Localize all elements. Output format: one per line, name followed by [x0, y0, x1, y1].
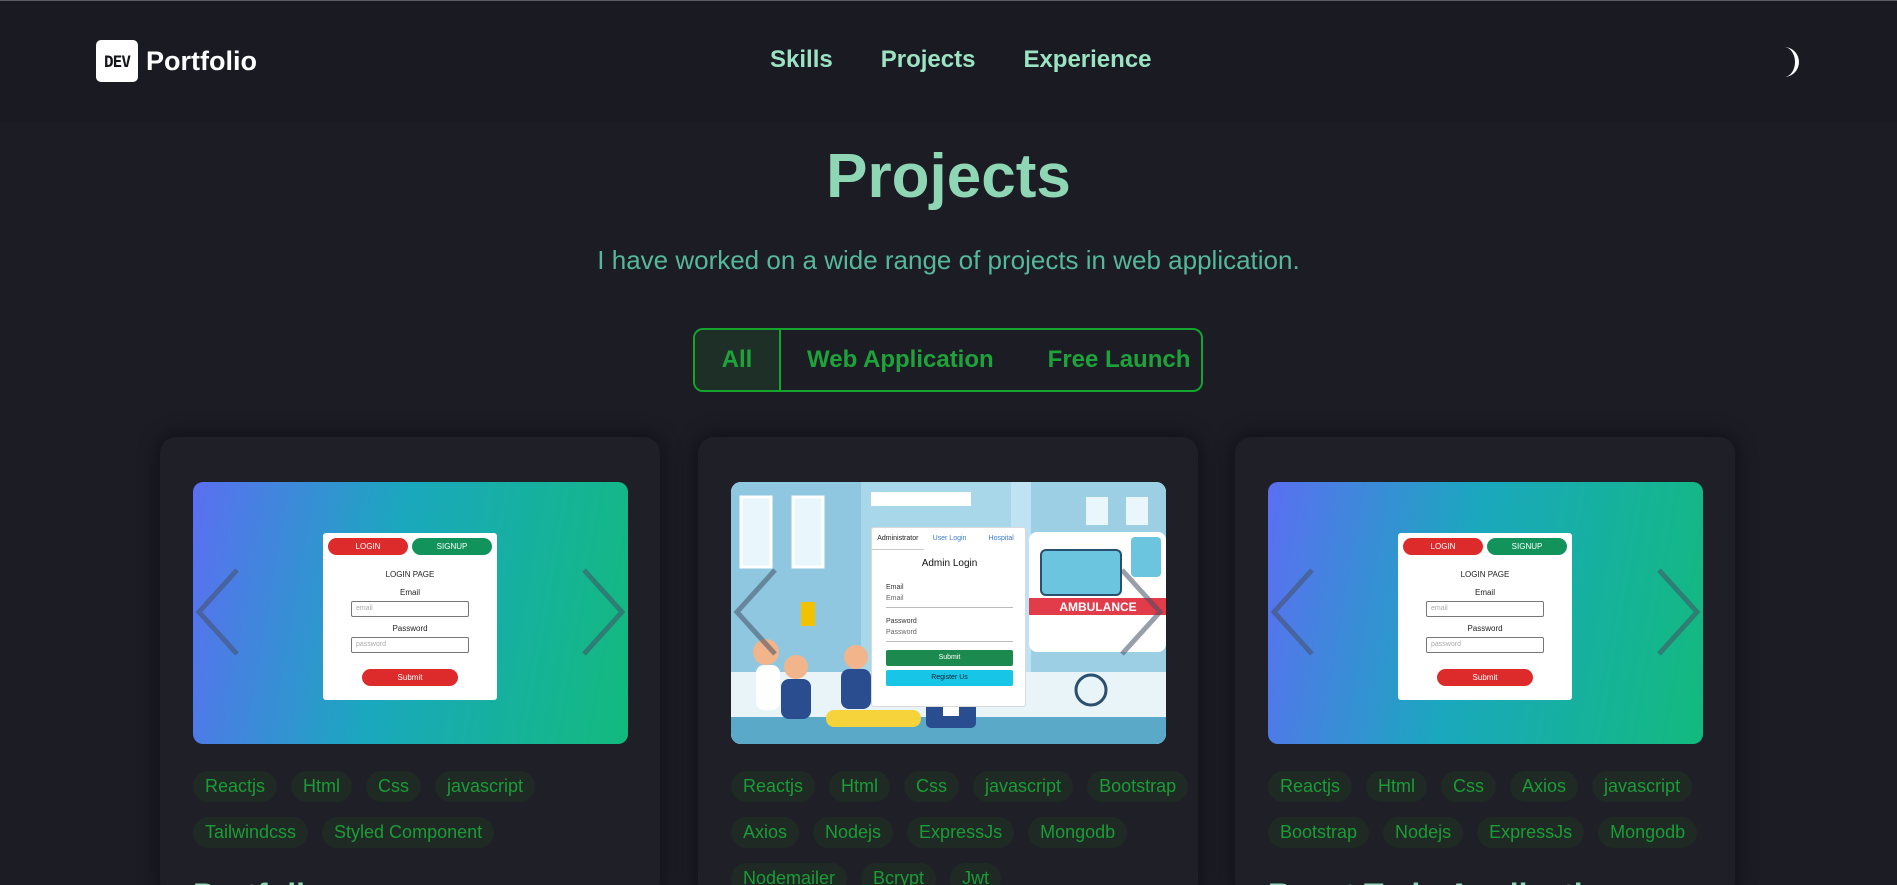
- carousel-next-icon[interactable]: [1647, 562, 1703, 662]
- tag: javascript: [435, 771, 536, 802]
- tag-list: Reactjs Html Css Axios javascript Bootst…: [1268, 771, 1728, 848]
- tag: Axios: [731, 817, 800, 848]
- preview-tab: Administrator: [872, 528, 924, 550]
- carousel-next-icon[interactable]: [1110, 562, 1166, 662]
- main-nav: Skills Projects Experience: [770, 46, 1152, 74]
- preview-register: Register Us: [886, 670, 1013, 686]
- logo-text: Portfolio: [146, 45, 257, 76]
- preview-email-input: email: [1426, 601, 1544, 617]
- preview-submit: Submit: [362, 669, 458, 686]
- carousel-prev-icon[interactable]: [1268, 562, 1324, 662]
- tag: ExpressJs: [907, 817, 1015, 848]
- tag: Bcrypt: [861, 863, 937, 885]
- preview-email-input: Email: [886, 595, 1013, 608]
- preview-tab: Hospital: [988, 535, 1014, 542]
- tag: Html: [291, 771, 353, 802]
- logo[interactable]: DEV Portfolio: [96, 40, 257, 82]
- tag: Nodemailer: [731, 863, 848, 885]
- preview-password-input: password: [351, 637, 469, 653]
- filter-free-launch[interactable]: Free Launch: [1048, 330, 1191, 390]
- project-card: AMBULANCE Administrator User Login Hospi…: [698, 437, 1198, 885]
- tag: Styled Component: [322, 817, 495, 848]
- preview-password-input: Password: [886, 629, 1013, 642]
- tag: Tailwindcss: [193, 817, 309, 848]
- preview-email-input: email: [351, 601, 469, 617]
- tag: Css: [904, 771, 960, 802]
- tag: Axios: [1510, 771, 1579, 802]
- preview-password-label: Password: [392, 624, 428, 633]
- tag: Css: [366, 771, 422, 802]
- preview-password-label: Password: [886, 618, 917, 625]
- login-preview: LOGIN SIGNUP LOGIN PAGE Email email Pass…: [1398, 533, 1572, 700]
- tag: Reactjs: [1268, 771, 1353, 802]
- tag: Jwt: [950, 863, 1002, 885]
- project-preview-image: LOGIN SIGNUP LOGIN PAGE Email email Pass…: [193, 482, 628, 744]
- preview-signup-tab: SIGNUP: [412, 538, 492, 555]
- preview-email-label: Email: [399, 588, 420, 597]
- logo-badge: DEV: [96, 40, 138, 82]
- nav-projects[interactable]: Projects: [881, 46, 976, 74]
- tag: Bootstrap: [1087, 771, 1189, 802]
- project-card: LOGIN SIGNUP LOGIN PAGE Email email Pass…: [1235, 437, 1735, 885]
- moon-icon[interactable]: [1770, 45, 1800, 79]
- preview-heading: LOGIN PAGE: [1460, 570, 1510, 579]
- project-filter: All Web Application Free Launch: [693, 328, 1203, 392]
- preview-submit: Submit: [1437, 669, 1533, 686]
- tag: Mongodb: [1028, 817, 1128, 848]
- header: DEV Portfolio Skills Projects Experience: [0, 1, 1897, 121]
- tag: Mongodb: [1598, 817, 1698, 848]
- preview-email-label: Email: [1474, 588, 1495, 597]
- nav-experience[interactable]: Experience: [1023, 46, 1151, 74]
- tag-list: Reactjs Html Css javascript Tailwindcss …: [193, 771, 653, 848]
- carousel-prev-icon[interactable]: [193, 562, 249, 662]
- tag: Reactjs: [731, 771, 816, 802]
- tag: Css: [1441, 771, 1497, 802]
- tag: ExpressJs: [1477, 817, 1585, 848]
- carousel-next-icon[interactable]: [572, 562, 628, 662]
- project-preview-image: AMBULANCE Administrator User Login Hospi…: [731, 482, 1166, 744]
- tag: javascript: [973, 771, 1074, 802]
- preview-login-tab: LOGIN: [328, 538, 408, 555]
- tag-list: Reactjs Html Css javascript Bootstrap Ax…: [731, 771, 1191, 885]
- filter-web-application[interactable]: Web Application: [807, 330, 994, 390]
- project-preview-image: LOGIN SIGNUP LOGIN PAGE Email email Pass…: [1268, 482, 1703, 744]
- preview-signup-tab: SIGNUP: [1487, 538, 1567, 555]
- preview-tab: User Login: [932, 535, 967, 542]
- preview-heading: Admin Login: [921, 558, 978, 569]
- filter-all[interactable]: All: [695, 330, 781, 390]
- preview-email-label: Email: [886, 584, 904, 591]
- preview-tabs: Administrator User Login Hospital: [872, 528, 1027, 550]
- tag: Bootstrap: [1268, 817, 1370, 848]
- tag: Nodejs: [1383, 817, 1464, 848]
- tag: Html: [1366, 771, 1428, 802]
- preview-heading: LOGIN PAGE: [385, 570, 435, 579]
- login-preview: LOGIN SIGNUP LOGIN PAGE Email email Pass…: [323, 533, 497, 700]
- carousel-prev-icon[interactable]: [731, 562, 787, 662]
- tag: javascript: [1592, 771, 1693, 802]
- preview-login-tab: LOGIN: [1403, 538, 1483, 555]
- project-title: React Todo Application: [1268, 877, 1622, 885]
- page-title: Projects: [826, 142, 1071, 211]
- tag: Html: [829, 771, 891, 802]
- preview-password-label: Password: [1467, 624, 1503, 633]
- nav-skills[interactable]: Skills: [770, 46, 833, 74]
- tag: Nodejs: [813, 817, 894, 848]
- page-subtitle: I have worked on a wide range of project…: [597, 245, 1300, 275]
- preview-password-input: password: [1426, 637, 1544, 653]
- tag: Reactjs: [193, 771, 278, 802]
- admin-login-preview: Administrator User Login Hospital Admin …: [871, 527, 1026, 707]
- preview-submit: Submit: [886, 650, 1013, 666]
- project-card: LOGIN SIGNUP LOGIN PAGE Email email Pass…: [160, 437, 660, 885]
- project-title: Portfolio: [193, 877, 325, 885]
